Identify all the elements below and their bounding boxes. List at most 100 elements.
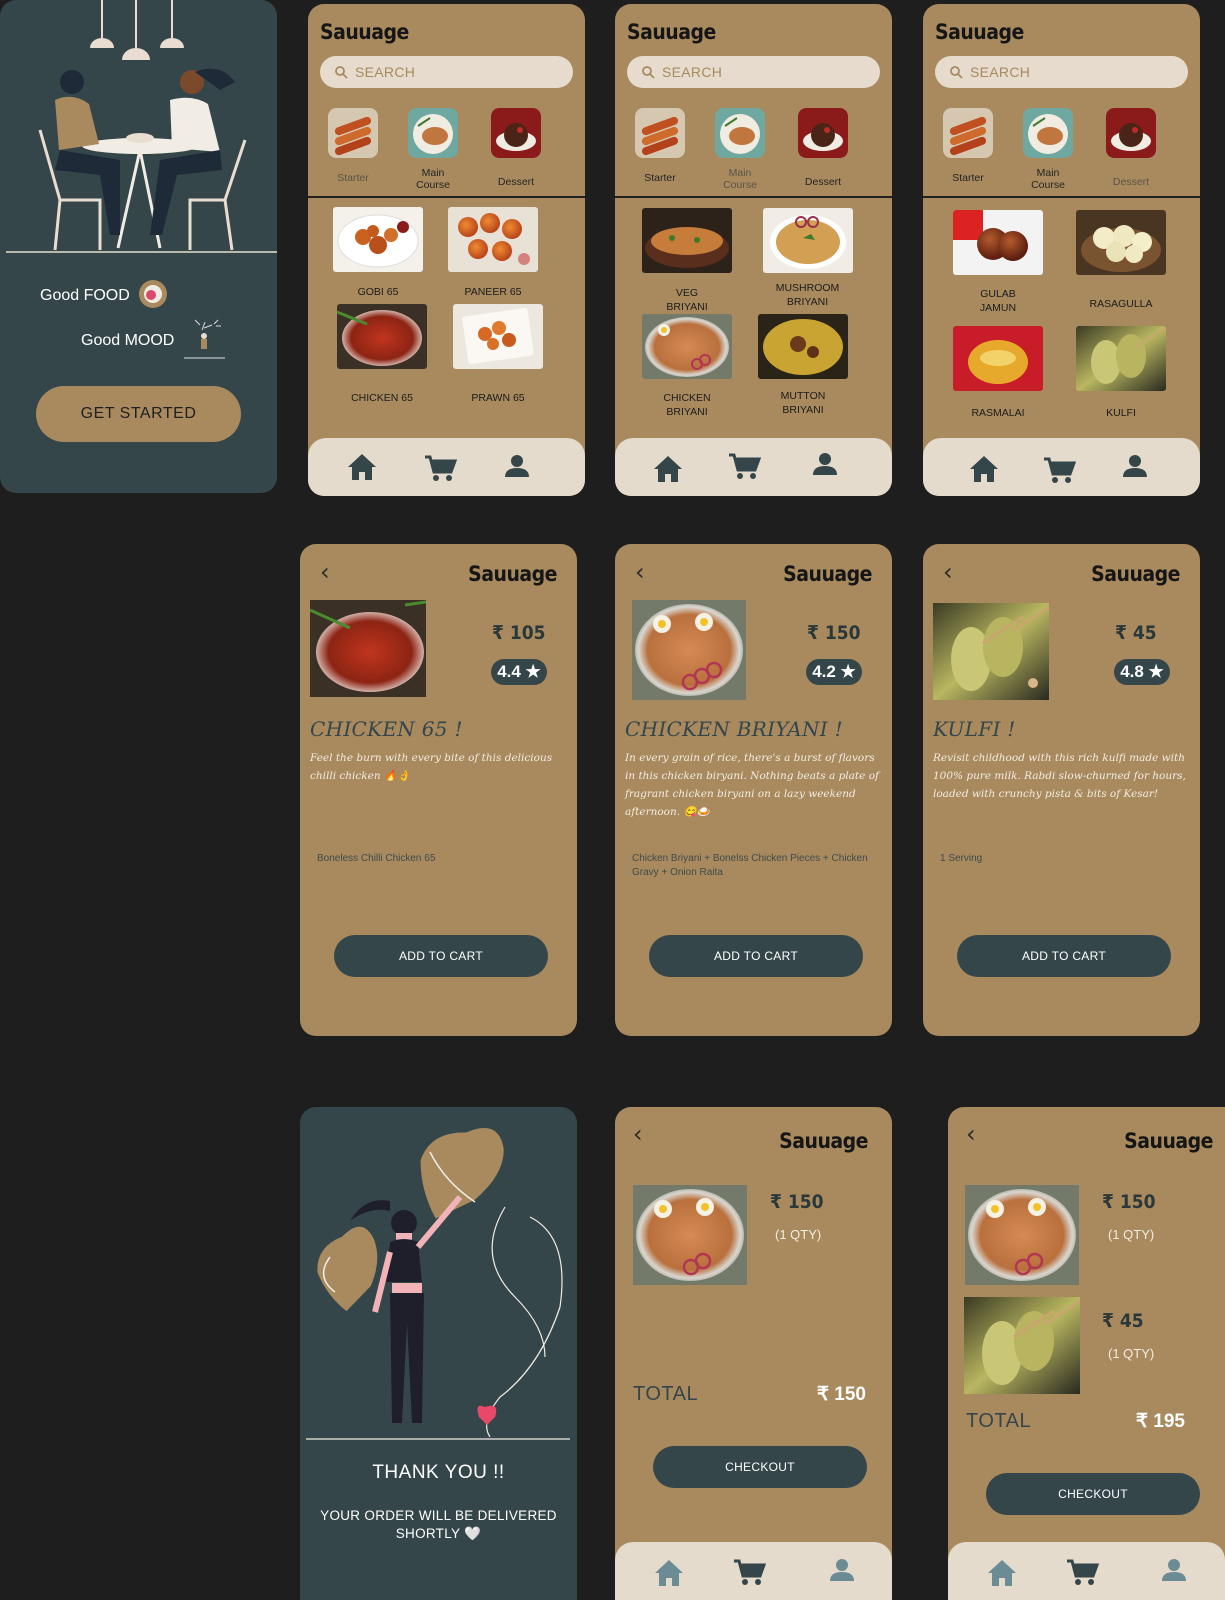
food-item[interactable]: KULFI: [1071, 326, 1171, 421]
cart-item-price: ₹ 150: [770, 1191, 824, 1213]
search-placeholder: SEARCH: [970, 64, 1031, 80]
user-icon[interactable]: [1160, 1556, 1188, 1584]
brand-logo: Sauuage: [1124, 1129, 1213, 1153]
main-course-image: [408, 108, 458, 158]
food-name: VEG BRIYANI: [666, 287, 708, 313]
back-icon[interactable]: ‹: [966, 1120, 976, 1148]
category-dessert[interactable]: Dessert: [788, 108, 858, 188]
food-item[interactable]: RASMALAI: [948, 326, 1048, 421]
back-icon[interactable]: ‹: [635, 558, 645, 586]
rating-badge: 4.2 ★: [806, 659, 862, 685]
category-main-course[interactable]: Main Course: [398, 108, 468, 191]
prawn-65-image: [453, 304, 543, 369]
main-course-image: [715, 108, 765, 158]
home-icon[interactable]: [986, 1558, 1018, 1588]
brand-logo: Sauuage: [779, 1129, 868, 1153]
user-icon[interactable]: [503, 452, 531, 480]
user-icon[interactable]: [828, 1556, 856, 1584]
category-dessert[interactable]: Dessert: [481, 108, 551, 188]
main-course-image: [1023, 108, 1073, 158]
bottom-nav: [923, 438, 1200, 496]
food-item[interactable]: VEG BRIYANI: [637, 208, 737, 314]
chicken-briyani-image: [642, 314, 732, 379]
back-icon[interactable]: ‹: [633, 1120, 643, 1148]
dish-description: Feel the burn with every bite of this de…: [310, 752, 553, 782]
home-icon[interactable]: [653, 1558, 685, 1588]
food-item[interactable]: RASAGULLA: [1071, 210, 1171, 312]
thank-you-screen: THANK YOU !! YOUR ORDER WILL BE DELIVERE…: [300, 1107, 577, 1600]
cart-icon[interactable]: [732, 1558, 766, 1586]
brand-logo: Sauuage: [627, 20, 716, 44]
dish-title: CHICKEN 65 !: [310, 717, 463, 741]
category-starter[interactable]: Starter: [625, 108, 695, 184]
food-name: PANEER 65: [464, 286, 522, 298]
food-item[interactable]: CHICKEN 65: [332, 304, 432, 406]
thank-you-message: YOUR ORDER WILL BE DELIVERED SHORTLY 🤍: [320, 1508, 557, 1541]
starter-image: [328, 108, 378, 158]
user-icon[interactable]: [811, 450, 839, 478]
category-main-course[interactable]: Main Course: [705, 108, 775, 191]
cart-icon[interactable]: [727, 452, 761, 480]
starter-image: [635, 108, 685, 158]
detail-screen-kulfi: ‹ Sauuage ₹ 45 4.8 ★ KULFI ! Revisit chi…: [923, 544, 1200, 1036]
food-name: RASMALAI: [971, 407, 1025, 419]
divider: [615, 196, 892, 198]
food-name: PRAWN 65: [471, 392, 525, 404]
dining-illustration: [6, 0, 277, 253]
home-icon[interactable]: [346, 452, 378, 482]
rasmalai-image: [953, 326, 1043, 391]
cart-screen-one-item: ‹ Sauuage ₹ 150 (1 QTY) TOTAL ₹ 150 CHEC…: [615, 1107, 892, 1600]
add-to-cart-button[interactable]: ADD TO CART: [649, 935, 863, 977]
cart-icon[interactable]: [1065, 1558, 1099, 1586]
category-main-course[interactable]: Main Course: [1013, 108, 1083, 191]
total-amount: ₹ 150: [816, 1384, 866, 1405]
dish-title: CHICKEN BRIYANI !: [625, 717, 843, 741]
search-input[interactable]: SEARCH: [935, 56, 1188, 88]
food-name: GULAB JAMUN: [979, 288, 1017, 314]
veg-briyani-image: [642, 208, 732, 273]
add-to-cart-button[interactable]: ADD TO CART: [334, 935, 548, 977]
detail-screen-chicken-briyani: ‹ Sauuage ₹ 150 4.2 ★ CHICKEN BRIYANI ! …: [615, 544, 892, 1036]
good-mood-text: Good MOOD: [81, 332, 175, 349]
get-started-button[interactable]: GET STARTED: [36, 386, 241, 442]
dish-description: Revisit childhood with this rich kulfi m…: [933, 752, 1186, 800]
back-icon[interactable]: ‹: [320, 558, 330, 586]
cart-item-price: ₹ 45: [1102, 1310, 1144, 1332]
brand-logo: Sauuage: [783, 562, 872, 586]
home-icon[interactable]: [652, 454, 684, 484]
search-input[interactable]: SEARCH: [320, 56, 573, 88]
food-item[interactable]: CHICKEN BRIYANI: [637, 314, 737, 419]
category-dessert[interactable]: Dessert: [1096, 108, 1166, 188]
food-item[interactable]: PRAWN 65: [448, 304, 548, 406]
cart-icon[interactable]: [423, 454, 457, 482]
search-icon: [335, 66, 348, 79]
food-item[interactable]: PANEER 65: [443, 207, 543, 300]
food-name: KULFI: [1106, 407, 1136, 419]
category-starter[interactable]: Starter: [933, 108, 1003, 184]
cart-icon[interactable]: [1042, 456, 1076, 484]
food-item[interactable]: GOBI 65: [328, 207, 428, 300]
food-item[interactable]: MUSHROOM BRIYANI: [755, 208, 860, 309]
checkout-button[interactable]: CHECKOUT: [986, 1473, 1200, 1515]
search-input[interactable]: SEARCH: [627, 56, 880, 88]
food-name: MUTTON BRIYANI: [780, 390, 826, 416]
food-item[interactable]: GULAB JAMUN: [948, 210, 1048, 315]
food-name: RASAGULLA: [1089, 298, 1153, 310]
detail-screen-chicken-65: ‹ Sauuage ₹ 105 4.4 ★ CHICKEN 65 ! Feel …: [300, 544, 577, 1036]
food-item[interactable]: MUTTON BRIYANI: [753, 314, 853, 417]
add-to-cart-button[interactable]: ADD TO CART: [957, 935, 1171, 977]
category-starter[interactable]: Starter: [318, 108, 388, 184]
bottom-nav: [615, 438, 892, 496]
total-label: TOTAL: [633, 1383, 699, 1405]
user-icon[interactable]: [1121, 452, 1149, 480]
back-icon[interactable]: ‹: [943, 558, 953, 586]
cart-item-qty: (1 QTY): [1108, 1227, 1155, 1242]
serving-info: Boneless Chilli Chicken 65: [317, 853, 436, 864]
brand-logo: Sauuage: [468, 562, 557, 586]
starter-image: [943, 108, 993, 158]
food-name: CHICKEN BRIYANI: [663, 392, 711, 418]
thank-you-title: THANK YOU !!: [372, 1462, 505, 1483]
home-icon[interactable]: [968, 454, 1000, 484]
checkout-button[interactable]: CHECKOUT: [653, 1446, 867, 1488]
category-label-starter: Starter: [337, 172, 369, 184]
